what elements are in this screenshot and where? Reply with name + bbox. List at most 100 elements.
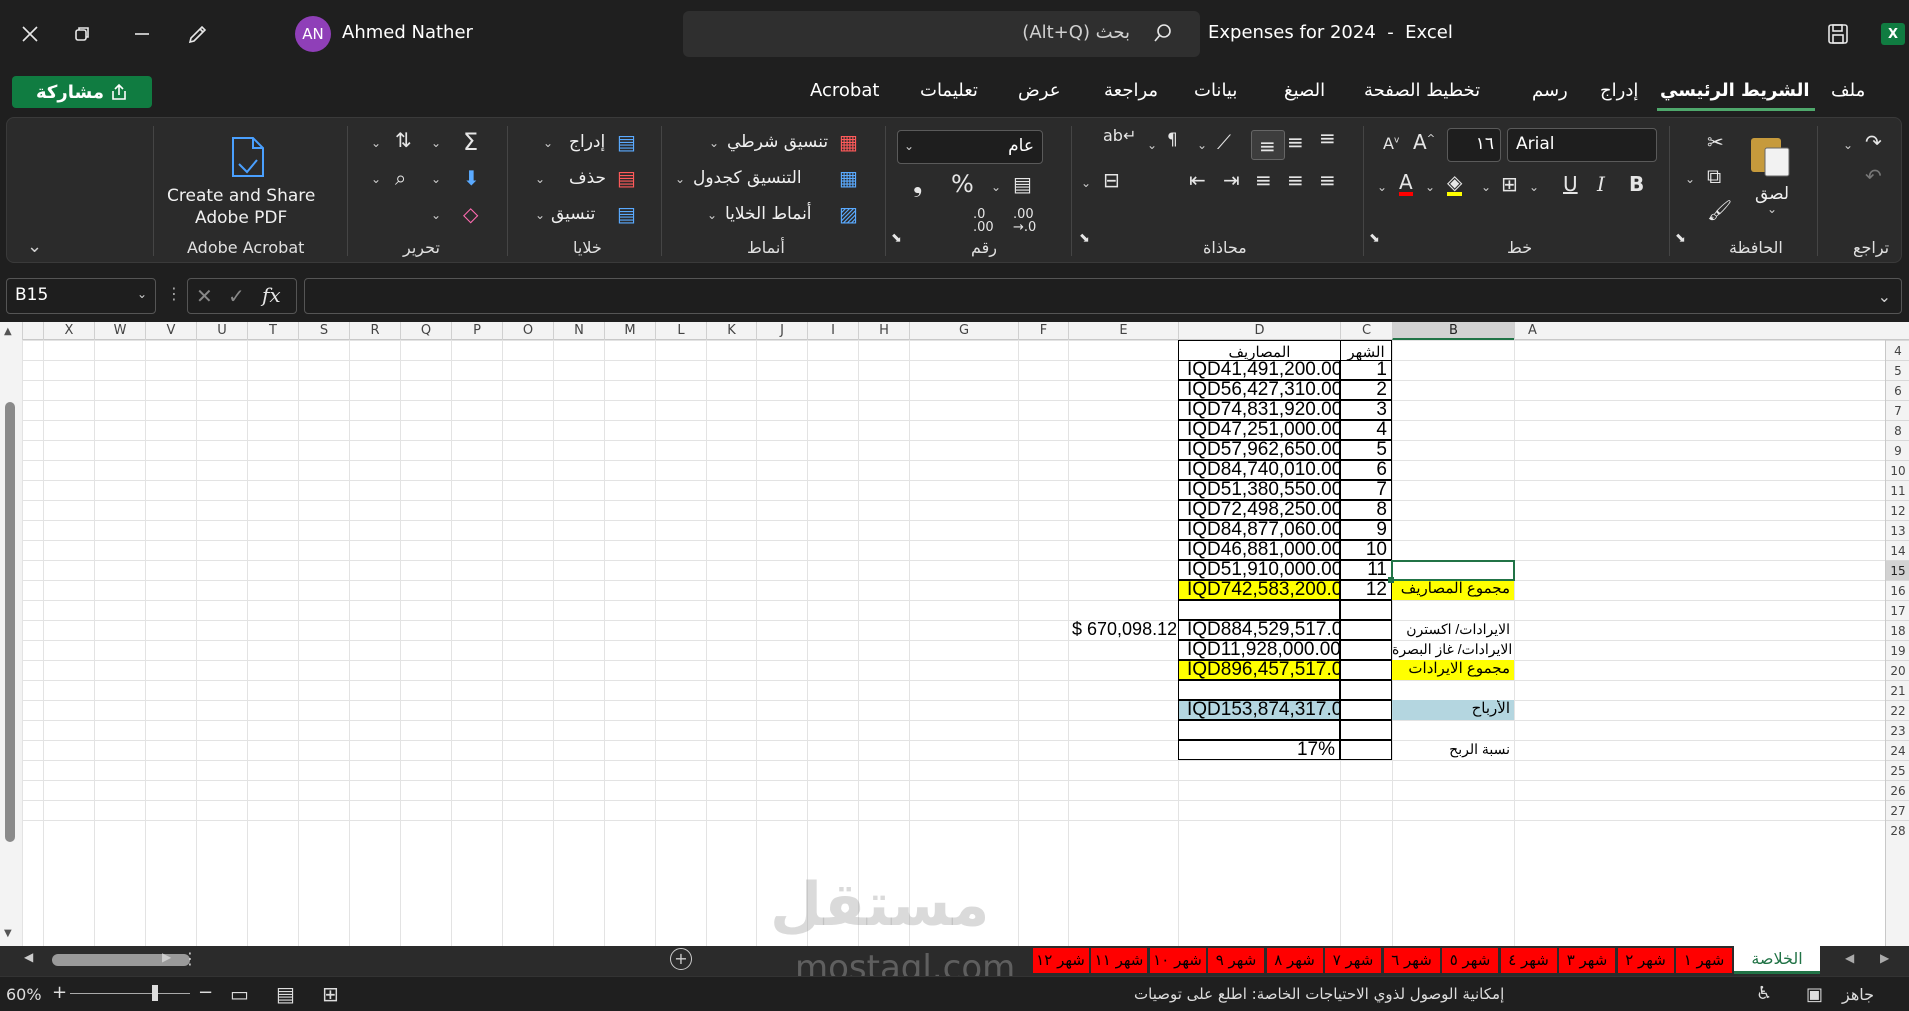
format-cells-button[interactable]: تنسيق (551, 204, 595, 224)
selected-cell-b15[interactable] (1391, 560, 1515, 581)
insert-cells-button[interactable]: إدراج (569, 132, 605, 152)
sheet-tab-summary[interactable]: الخلاصة (1734, 946, 1820, 974)
scroll-down-icon[interactable]: ▼ (4, 928, 12, 939)
tab-data[interactable]: بيانات (1194, 80, 1237, 101)
column-header[interactable]: B (1392, 322, 1514, 340)
chevron-down-icon[interactable]: ⌄ (1377, 180, 1387, 194)
increase-indent-icon[interactable]: ⇥ (1223, 170, 1240, 190)
row-header[interactable]: 10 (1886, 460, 1909, 480)
chevron-down-icon[interactable]: ⌄ (991, 180, 1001, 194)
chevron-down-icon[interactable]: ⌄ (535, 172, 545, 186)
profit-ratio-label[interactable]: نسبة الربح (1392, 740, 1514, 760)
decrease-font-size-icon[interactable]: Av (1383, 136, 1399, 152)
row-header[interactable]: 18 (1886, 620, 1909, 640)
cell[interactable] (1340, 660, 1392, 680)
increase-decimal-icon[interactable]: .00 →.0 (1013, 208, 1036, 234)
row-header[interactable]: 23 (1886, 720, 1909, 740)
acrobat-pdf-icon[interactable] (225, 134, 269, 180)
redo-icon[interactable]: ↷ (1865, 132, 1882, 152)
row-header[interactable]: 9 (1886, 440, 1909, 460)
acrobat-create-line1[interactable]: Create and Share (167, 186, 315, 206)
tab-review[interactable]: مراجعة (1104, 80, 1158, 101)
row-header[interactable]: 19 (1886, 640, 1909, 660)
chevron-down-icon[interactable]: ⌄ (709, 136, 719, 150)
chevron-down-icon[interactable]: ⌄ (543, 136, 553, 150)
chevron-down-icon[interactable]: ⌄ (675, 172, 685, 186)
row-header[interactable]: 21 (1886, 680, 1909, 700)
avatar[interactable]: AN (295, 16, 331, 52)
acrobat-create-line2[interactable]: Adobe PDF (195, 208, 287, 228)
row-header[interactable]: 27 (1886, 800, 1909, 820)
rtl-direction-icon[interactable]: ¶ (1167, 132, 1178, 149)
cell[interactable] (1340, 640, 1392, 660)
chevron-down-icon[interactable]: ⌄ (431, 172, 441, 186)
accessibility-icon[interactable]: ♿ (1756, 983, 1772, 1004)
cancel-icon[interactable]: ✕ (196, 286, 213, 306)
cell[interactable] (1340, 600, 1392, 620)
delete-cells-button[interactable]: حذف (569, 168, 606, 188)
paste-label[interactable]: لصق (1755, 184, 1789, 204)
accessibility-status[interactable]: إمكانية الوصول لذوي الاحتياجات الخاصة: ا… (1134, 985, 1504, 1003)
column-header[interactable]: I (807, 322, 858, 340)
sheet-tab-month[interactable]: شهر ٩ (1208, 948, 1264, 973)
chevron-down-icon[interactable]: ⌄ (1529, 180, 1539, 194)
revenue-exton-value[interactable]: IQD 884,529,517.08 (1178, 620, 1340, 640)
align-bottom-button[interactable]: ≡ (1251, 130, 1285, 160)
tab-draw[interactable]: رسم (1532, 80, 1568, 101)
font-size-box[interactable]: ١٦ (1447, 128, 1501, 162)
expense-amount-cell[interactable]: IQD 84,740,010.00 (1178, 460, 1340, 480)
conditional-formatting-icon[interactable]: ▦ (839, 132, 858, 152)
scroll-up-icon[interactable]: ▲ (4, 326, 12, 337)
sheet-tab-month[interactable]: شهر ٨ (1266, 948, 1323, 973)
tab-view[interactable]: عرض (1018, 80, 1060, 101)
revenue-exton-usd[interactable]: $ 670,098.12 (1072, 620, 1176, 640)
sheet-tab-month[interactable]: شهر ٥ (1442, 948, 1498, 973)
zoom-in-icon[interactable]: + (52, 982, 67, 1003)
revenue-gas-value[interactable]: IQD 11,928,000.00 (1178, 640, 1340, 660)
profit-label[interactable]: الأرباح (1392, 700, 1514, 720)
cell[interactable] (1178, 680, 1340, 700)
month-number-cell[interactable]: 4 (1340, 420, 1392, 440)
row-header[interactable]: 25 (1886, 760, 1909, 780)
restore-icon[interactable] (64, 16, 100, 52)
close-icon[interactable] (12, 16, 48, 52)
total-expenses-value[interactable]: IQD 742,583,200.00 (1178, 580, 1340, 600)
number-format-box[interactable]: عام ⌄ (897, 130, 1043, 164)
month-number-cell[interactable]: 5 (1340, 440, 1392, 460)
column-header[interactable]: J (756, 322, 807, 340)
row-header[interactable]: 26 (1886, 780, 1909, 800)
tab-insert[interactable]: إدراج (1600, 80, 1638, 101)
format-cells-icon[interactable]: ▤ (617, 204, 636, 224)
clear-icon[interactable]: ◇ (463, 204, 478, 224)
share-button[interactable]: مشاركة (12, 76, 152, 108)
decrease-indent-icon[interactable]: ⇤ (1189, 170, 1206, 190)
column-header[interactable]: G (909, 322, 1018, 340)
fill-handle[interactable] (1388, 577, 1394, 583)
chevron-down-icon[interactable]: ⌄ (707, 208, 717, 222)
chevron-down-icon[interactable]: ⌄ (1081, 176, 1091, 190)
align-center-icon[interactable]: ≡ (1287, 170, 1304, 190)
column-header[interactable]: Q (400, 322, 451, 340)
column-header[interactable]: O (502, 322, 553, 340)
sheet-tab-month[interactable]: شهر ١ (1676, 948, 1732, 973)
page-break-view-icon[interactable]: ▭ (230, 982, 249, 1006)
scroll-right-icon[interactable]: ▶ (162, 950, 171, 964)
tab-file[interactable]: ملف (1831, 80, 1865, 101)
chevron-down-icon[interactable]: ⌄ (431, 136, 441, 150)
row-header[interactable]: 7 (1886, 400, 1909, 420)
column-header[interactable]: C (1340, 322, 1392, 340)
align-middle-icon[interactable]: ≡ (1287, 132, 1304, 152)
chevron-down-icon[interactable]: ⌄ (1767, 202, 1777, 216)
column-header[interactable]: P (451, 322, 502, 340)
cell[interactable] (1178, 600, 1340, 620)
delete-cells-icon[interactable]: ▤ (617, 168, 636, 188)
column-header[interactable]: W (94, 322, 145, 340)
more-options-icon[interactable]: ⋮ (166, 286, 182, 302)
merge-center-icon[interactable]: ⊟ (1103, 170, 1120, 190)
scrollbar-thumb[interactable] (5, 402, 15, 842)
tab-acrobat[interactable]: Acrobat (810, 80, 879, 101)
month-number-cell[interactable]: 3 (1340, 400, 1392, 420)
minimize-icon[interactable] (124, 16, 160, 52)
cell[interactable] (1340, 620, 1392, 640)
expense-amount-cell[interactable]: IQD 46,881,000.00 (1178, 540, 1340, 560)
